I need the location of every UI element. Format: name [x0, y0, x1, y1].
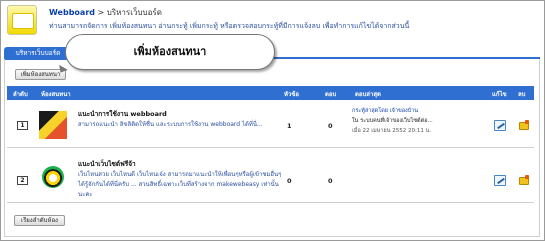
room-thumbnail	[39, 111, 67, 139]
col-latest: ตอบล่าสุด	[355, 91, 381, 98]
col-delete: ลบ	[518, 91, 526, 98]
reply-count: 0	[328, 122, 333, 130]
breadcrumb: Webboard > บริหารเว็บบอร์ด	[49, 6, 162, 19]
room-description: เว็บไหนสวย เว็บไหนดี เว็บไหนเจ๋ง สามารถม…	[78, 171, 282, 198]
edit-icon[interactable]	[494, 120, 506, 131]
delete-icon[interactable]	[519, 175, 529, 185]
room-title-link[interactable]: แนะนำเว็บไซต์ฟรีจ้า	[78, 159, 136, 169]
breadcrumb-current: > บริหารเว็บบอร์ด	[97, 8, 162, 17]
topic-count: 1	[287, 122, 292, 130]
breadcrumb-webboard-link[interactable]: Webboard	[49, 8, 95, 17]
webboard-logo-icon	[7, 5, 37, 35]
row-number: 1	[17, 121, 28, 130]
col-order: ลำดับ	[13, 91, 28, 98]
reply-count: 0	[328, 177, 333, 185]
row-number: 2	[17, 176, 28, 185]
table-row: 2 แนะนำเว็บไซต์ฟรีจ้า เว็บไหนสวย เว็บไหน…	[7, 150, 534, 203]
page-description: ท่านสามารถจัดการ เพิ่มห้องสนทนา อ่านกระท…	[49, 22, 410, 30]
sort-rooms-button[interactable]: เรียงลำดับห้อง	[14, 215, 65, 226]
topic-count: 0	[287, 177, 292, 185]
callout-text: เพิ่มห้องสนทนา	[133, 45, 207, 58]
table-row: 1 แนะนำการใช้งาน webboard สามารถแนะนำ ลิ…	[7, 100, 534, 148]
room-thumbnail	[39, 164, 67, 192]
latest-reply: กระทู้ล่าสุดโดย เจ้าของบ้าน ใน ระบบคนที่…	[352, 106, 467, 136]
col-topics: หัวข้อ	[284, 91, 300, 98]
room-description: สามารถแนะนำ ลิขลิติดให้ชื่น และระบบการใช…	[78, 121, 263, 128]
col-replies: ตอบ	[325, 91, 337, 98]
edit-icon[interactable]	[494, 175, 506, 186]
col-edit: แก้ไข	[492, 91, 507, 98]
col-room: ห้องสนทนา	[41, 91, 71, 98]
latest-reply-user[interactable]: กระทู้ล่าสุดโดย เจ้าของบ้าน	[352, 106, 467, 116]
latest-reply-date: เมื่อ 22 เมษายน 2552 20:11 น.	[352, 128, 432, 134]
table-header: ลำดับ ห้องสนทนา หัวข้อ ตอบ ตอบล่าสุด แก้…	[7, 86, 534, 100]
room-title-link[interactable]: แนะนำการใช้งาน webboard	[78, 109, 167, 119]
callout-bubble: เพิ่มห้องสนทนา	[65, 34, 275, 70]
latest-reply-topic[interactable]: ใน ระบบคนที่เจ้าของเว็บไซต์ต่อ...	[352, 116, 467, 126]
delete-icon[interactable]	[519, 120, 529, 130]
page-frame: Webboard > บริหารเว็บบอร์ด ท่านสามารถจัด…	[0, 0, 545, 241]
